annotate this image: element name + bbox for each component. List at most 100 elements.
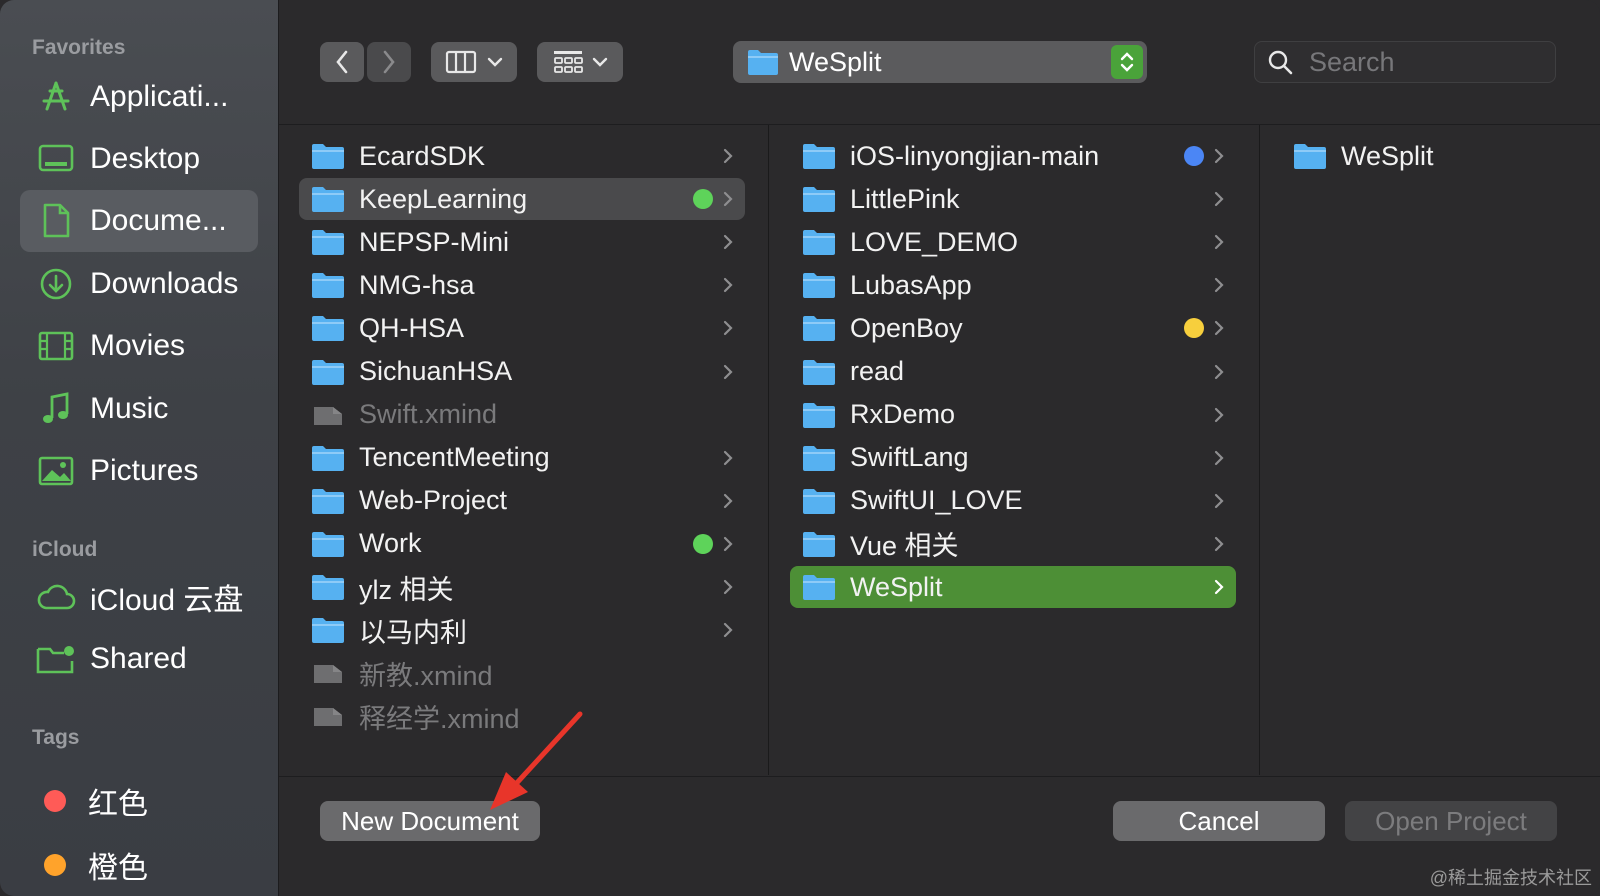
folder-row[interactable]: TencentMeeting (299, 437, 745, 479)
folder-row[interactable]: iOS-linyongjian-main (790, 135, 1236, 177)
sidebar-item-music[interactable]: Music (20, 378, 258, 440)
folder-row[interactable]: EcardSDK (299, 135, 745, 177)
item-name: TencentMeeting (359, 442, 550, 473)
sidebar-item-applications[interactable]: Applicati... (20, 66, 258, 128)
sidebar-item-label: 红色 (88, 788, 148, 821)
item-name: EcardSDK (359, 140, 486, 171)
folder-row[interactable]: NEPSP-Mini (299, 221, 745, 263)
file-icon (314, 665, 342, 684)
sidebar-tag-orange[interactable]: 橙色 (20, 834, 258, 896)
folder-icon (312, 273, 344, 299)
item-name: Vue 相关 (850, 531, 959, 562)
chevron-right-icon (723, 450, 733, 465)
folder-row[interactable]: WeSplit (1281, 135, 1581, 177)
file-icon (314, 406, 342, 425)
folder-icon (312, 359, 344, 385)
folder-row[interactable]: SwiftLang (790, 437, 1236, 479)
item-name: iOS-linyongjian-main (850, 140, 1100, 171)
folder-row[interactable]: LubasApp (790, 264, 1236, 306)
open-project-dialog: Favorites Applicati... Desktop Docume...… (0, 0, 1600, 896)
item-name: Web-Project (359, 485, 508, 516)
sidebar: Favorites Applicati... Desktop Docume...… (0, 0, 279, 896)
folder-row[interactable]: Work (299, 523, 745, 565)
forward-button[interactable] (367, 42, 411, 82)
sidebar-item-shared[interactable]: Shared (20, 628, 258, 690)
chevron-right-icon (723, 148, 733, 164)
pictures-icon (36, 451, 76, 491)
folder-icon (312, 575, 344, 600)
file-icon (314, 708, 342, 727)
chevron-right-icon (723, 364, 733, 379)
sidebar-item-label: 橙色 (88, 852, 148, 885)
folder-row[interactable]: KeepLearning (299, 178, 745, 221)
folder-row[interactable]: WeSplit (790, 566, 1236, 608)
sidebar-item-movies[interactable]: Movies (20, 315, 258, 377)
chevron-down-icon (592, 57, 608, 67)
browser-column-3: WeSplit (1261, 125, 1600, 775)
path-label: WeSplit (789, 47, 882, 77)
chevron-right-icon (723, 579, 733, 595)
chevron-right-icon (723, 536, 733, 551)
folder-row[interactable]: NMG-hsa (299, 264, 745, 306)
document-icon (36, 201, 76, 241)
folder-icon (312, 144, 344, 169)
file-row[interactable]: Swift.xmind (299, 394, 745, 436)
sidebar-item-label: Music (90, 392, 169, 425)
item-name: WeSplit (850, 571, 943, 602)
folder-row[interactable]: ylz 相关 (299, 566, 745, 608)
item-name: 以马内利 (359, 617, 467, 648)
folder-icon (312, 445, 344, 471)
sidebar-section-favorites: Favorites (32, 36, 126, 59)
watermark: @稀土掘金技术社区 (1429, 868, 1592, 888)
folder-row[interactable]: Vue 相关 (790, 523, 1236, 565)
item-name: SichuanHSA (359, 356, 513, 386)
sidebar-item-downloads[interactable]: Downloads (20, 253, 258, 315)
item-name: SwiftUI_LOVE (850, 485, 1023, 516)
chevron-right-icon (1214, 148, 1224, 164)
view-mode-button[interactable] (431, 42, 517, 82)
chevron-right-icon (723, 235, 733, 250)
sidebar-item-pictures[interactable]: Pictures (20, 440, 258, 502)
file-row[interactable]: 新教.xmind (299, 652, 745, 694)
search-field[interactable] (1254, 41, 1556, 83)
folder-row[interactable]: LOVE_DEMO (790, 221, 1236, 263)
sidebar-item-desktop[interactable]: Desktop (20, 128, 258, 190)
desktop-icon (36, 139, 76, 179)
item-name: NMG-hsa (359, 269, 475, 300)
item-name: LubasApp (850, 269, 972, 300)
folder-row[interactable]: Web-Project (299, 480, 745, 522)
folder-row[interactable]: 以马内利 (299, 609, 745, 651)
chevron-right-icon (1214, 450, 1224, 465)
sidebar-item-documents[interactable]: Docume... (20, 190, 258, 252)
folder-icon (803, 230, 835, 256)
group-button[interactable] (537, 42, 623, 82)
sidebar-item-icloud-drive[interactable]: iCloud 云盘 (20, 566, 258, 628)
cancel-button[interactable]: Cancel (1113, 801, 1325, 841)
open-project-button[interactable]: Open Project (1345, 801, 1557, 841)
back-button[interactable] (320, 42, 364, 82)
folder-row[interactable]: LittlePink (790, 178, 1236, 220)
item-name: Swift.xmind (359, 399, 498, 430)
chevron-right-icon (723, 493, 733, 508)
folder-row[interactable]: RxDemo (790, 394, 1236, 436)
path-popup[interactable]: WeSplit (733, 41, 1147, 83)
folder-icon (312, 488, 344, 514)
folder-row[interactable]: read (790, 351, 1236, 393)
folder-icon (1294, 144, 1326, 169)
folder-row[interactable]: QH-HSA (299, 307, 745, 349)
folder-icon (803, 531, 835, 557)
tag-dot (693, 189, 713, 210)
folder-icon (803, 488, 835, 514)
folder-row[interactable]: OpenBoy (790, 307, 1236, 349)
folder-row[interactable]: SichuanHSA (299, 351, 745, 393)
folder-row[interactable]: SwiftUI_LOVE (790, 480, 1236, 522)
chevron-right-icon (1214, 321, 1224, 336)
chevron-right-icon (723, 278, 733, 293)
folder-icon (803, 273, 835, 299)
sidebar-tag-red[interactable]: 红色 (20, 770, 258, 832)
path-stepper[interactable] (1111, 45, 1143, 79)
folder-icon (803, 575, 835, 600)
search-input[interactable] (1307, 46, 1541, 78)
chevron-down-icon (487, 57, 503, 67)
toolbar: WeSplit (279, 0, 1600, 125)
